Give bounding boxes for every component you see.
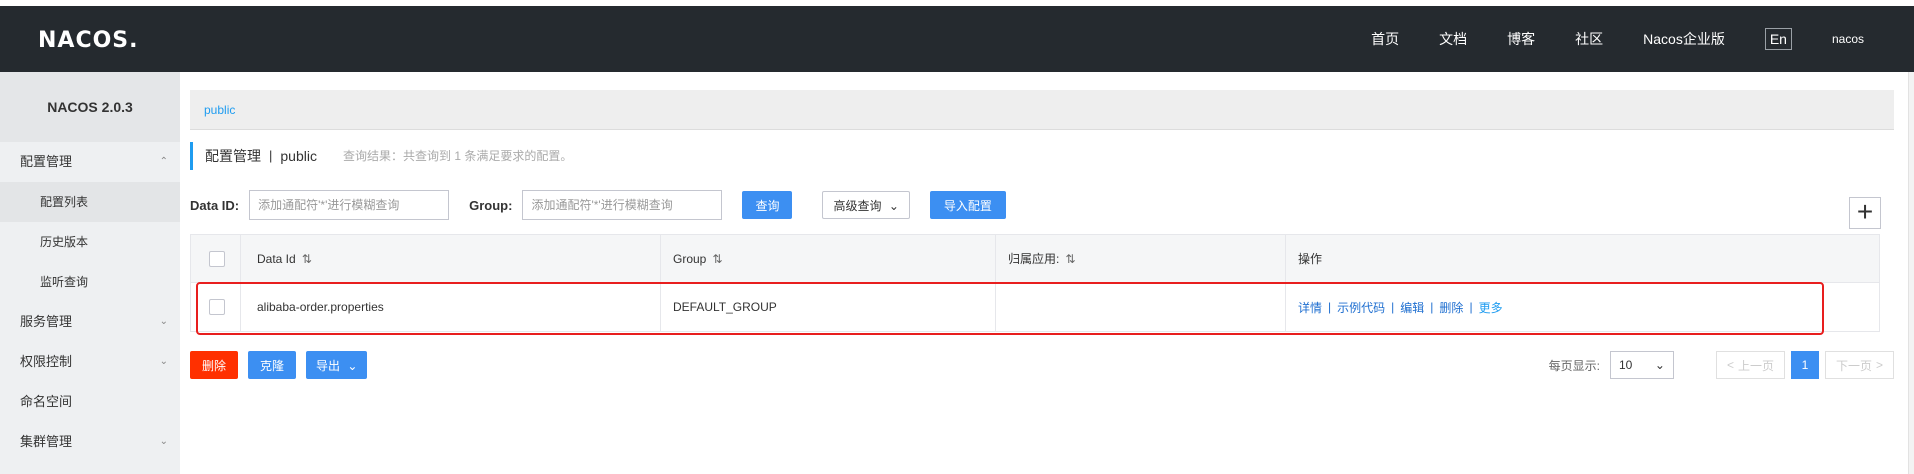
dataid-input[interactable] — [249, 190, 450, 220]
sidebar-item-listener[interactable]: 监听查询 — [0, 262, 180, 302]
sidebar-group-label: 集群管理 — [20, 434, 73, 449]
cell-app — [996, 283, 1286, 331]
sidebar-group-label: 命名空间 — [20, 394, 73, 409]
chevron-down-icon: ⌄ — [347, 358, 358, 373]
top-nav: 首页 文档 博客 社区 Nacos企业版 En nacos — [1331, 6, 1864, 72]
sidebar-group-namespace[interactable]: 命名空间 — [0, 382, 180, 422]
op-divider: | — [1391, 300, 1395, 314]
header-app[interactable]: 归属应用: ⇅ — [996, 234, 1286, 283]
current-page-button[interactable]: 1 — [1790, 351, 1819, 379]
advanced-query-label: 高级查询 — [833, 198, 882, 213]
sidebar-group-config[interactable]: 配置管理 ⌃ — [0, 142, 180, 182]
sidebar: NACOS 2.0.3 配置管理 ⌃ 配置列表 历史版本 监听查询 服务管理 ⌄… — [0, 72, 180, 474]
op-divider: | — [1328, 300, 1332, 314]
nav-docs[interactable]: 文档 — [1439, 29, 1467, 49]
prev-page-button[interactable]: < 上一页 — [1715, 351, 1785, 379]
chevron-down-icon: ⌄ — [159, 316, 168, 327]
nav-blog[interactable]: 博客 — [1507, 29, 1535, 49]
select-all-checkbox[interactable] — [209, 250, 225, 267]
cell-group: DEFAULT_GROUP — [661, 283, 996, 331]
header-label: Data Id — [257, 251, 296, 266]
header-label: 操作 — [1298, 252, 1323, 266]
page-title: 配置管理 | public 查询结果：共查询到 1 条满足要求的配置。 — [190, 142, 572, 170]
op-divider: | — [1469, 300, 1473, 314]
header-dataid[interactable]: Data Id ⇅ — [241, 234, 661, 283]
chevron-left-icon: < — [1726, 358, 1734, 372]
sort-icon[interactable]: ⇅ — [712, 252, 722, 266]
row-checkbox-cell — [191, 283, 241, 331]
page-namespace: public — [280, 148, 317, 164]
per-page-label: 每页显示: — [1548, 358, 1600, 373]
chevron-up-icon: ⌃ — [159, 156, 168, 167]
title-separator: | — [269, 148, 273, 163]
group-input[interactable] — [522, 190, 723, 220]
table-header-row: Data Id ⇅ Group ⇅ 归属应用: ⇅ 操作 — [191, 234, 1879, 283]
op-divider: | — [1430, 300, 1434, 314]
next-page-button[interactable]: 下一页 > — [1824, 351, 1894, 379]
pagination: 每页显示: 10 ⌄ < 上一页 1 下一页 > — [1549, 351, 1894, 379]
delete-link[interactable]: 删除 — [1439, 299, 1463, 316]
cell-ops: 详情 | 示例代码 | 编辑 | 删除 | 更多 — [1286, 283, 1879, 331]
sidebar-item-config-list[interactable]: 配置列表 — [0, 182, 180, 222]
sample-code-link[interactable]: 示例代码 — [1337, 299, 1385, 316]
detail-link[interactable]: 详情 — [1298, 299, 1322, 316]
sidebar-group-label: 服务管理 — [20, 314, 73, 329]
nacos-logo[interactable]: NACOS. — [38, 28, 139, 53]
group-label: Group: — [469, 197, 513, 213]
header-group[interactable]: Group ⇅ — [661, 234, 996, 283]
namespace-link-public[interactable]: public — [204, 103, 235, 117]
top-header: NACOS. 首页 文档 博客 社区 Nacos企业版 En nacos — [0, 6, 1914, 72]
cell-dataid: alibaba-order.properties — [241, 283, 661, 331]
sidebar-group-label: 配置管理 — [20, 154, 73, 169]
page-scrollbar[interactable] — [1908, 72, 1914, 474]
batch-delete-button[interactable]: 删除 — [190, 351, 239, 379]
sort-icon[interactable]: ⇅ — [302, 252, 312, 266]
header-label: 归属应用: — [1008, 252, 1060, 266]
namespace-breadcrumb: public — [190, 90, 1894, 130]
dataid-label: Data ID: — [190, 197, 240, 213]
header-ops: 操作 — [1286, 235, 1879, 283]
clone-button[interactable]: 克隆 — [248, 351, 297, 379]
edit-link[interactable]: 编辑 — [1400, 299, 1424, 316]
user-name[interactable]: nacos — [1832, 32, 1864, 46]
chevron-down-icon: ⌄ — [159, 436, 168, 447]
chevron-down-icon: ⌄ — [888, 198, 899, 213]
next-page-label: 下一页 — [1835, 358, 1872, 373]
sidebar-group-service[interactable]: 服务管理 ⌄ — [0, 302, 180, 342]
chevron-down-icon: ⌄ — [1654, 358, 1665, 372]
sidebar-group-cluster[interactable]: 集群管理 ⌄ — [0, 422, 180, 462]
per-page-value: 10 — [1618, 358, 1633, 372]
per-page-select[interactable]: 10 ⌄ — [1609, 351, 1674, 379]
more-link[interactable]: 更多 — [1479, 299, 1503, 316]
advanced-query-button[interactable]: 高级查询 ⌄ — [822, 191, 910, 219]
table-row: alibaba-order.properties DEFAULT_GROUP 详… — [191, 283, 1879, 331]
chevron-right-icon: > — [1875, 358, 1883, 372]
language-toggle-button[interactable]: En — [1764, 28, 1792, 50]
plus-icon: + — [1856, 196, 1874, 227]
import-config-button[interactable]: 导入配置 — [929, 191, 1006, 219]
nav-home[interactable]: 首页 — [1371, 29, 1399, 49]
export-label: 导出 — [316, 358, 341, 373]
sidebar-item-history[interactable]: 历史版本 — [0, 222, 180, 262]
nav-enterprise[interactable]: Nacos企业版 — [1643, 29, 1725, 49]
add-config-button[interactable]: + — [1849, 197, 1881, 229]
search-row: Data ID: Group: 查询 高级查询 ⌄ 导入配置 — [190, 190, 1006, 220]
sidebar-group-auth[interactable]: 权限控制 ⌄ — [0, 342, 180, 382]
sidebar-group-label: 权限控制 — [20, 354, 73, 369]
header-checkbox-cell — [191, 234, 241, 283]
prev-page-label: 上一页 — [1737, 358, 1774, 373]
row-checkbox[interactable] — [209, 299, 225, 315]
batch-actions: 删除 克隆 导出 ⌄ — [190, 351, 377, 379]
sidebar-title: NACOS 2.0.3 — [0, 72, 180, 142]
export-button[interactable]: 导出 ⌄ — [306, 351, 368, 379]
nav-community[interactable]: 社区 — [1575, 29, 1603, 49]
page-title-text: 配置管理 — [205, 148, 261, 164]
header-label: Group — [673, 251, 707, 266]
query-result-text: 查询结果：共查询到 1 条满足要求的配置。 — [342, 149, 573, 163]
sort-icon[interactable]: ⇅ — [1065, 252, 1075, 266]
chevron-down-icon: ⌄ — [159, 356, 168, 367]
query-button[interactable]: 查询 — [742, 191, 793, 219]
config-table: Data Id ⇅ Group ⇅ 归属应用: ⇅ 操作 alibaba-ord… — [190, 234, 1880, 332]
